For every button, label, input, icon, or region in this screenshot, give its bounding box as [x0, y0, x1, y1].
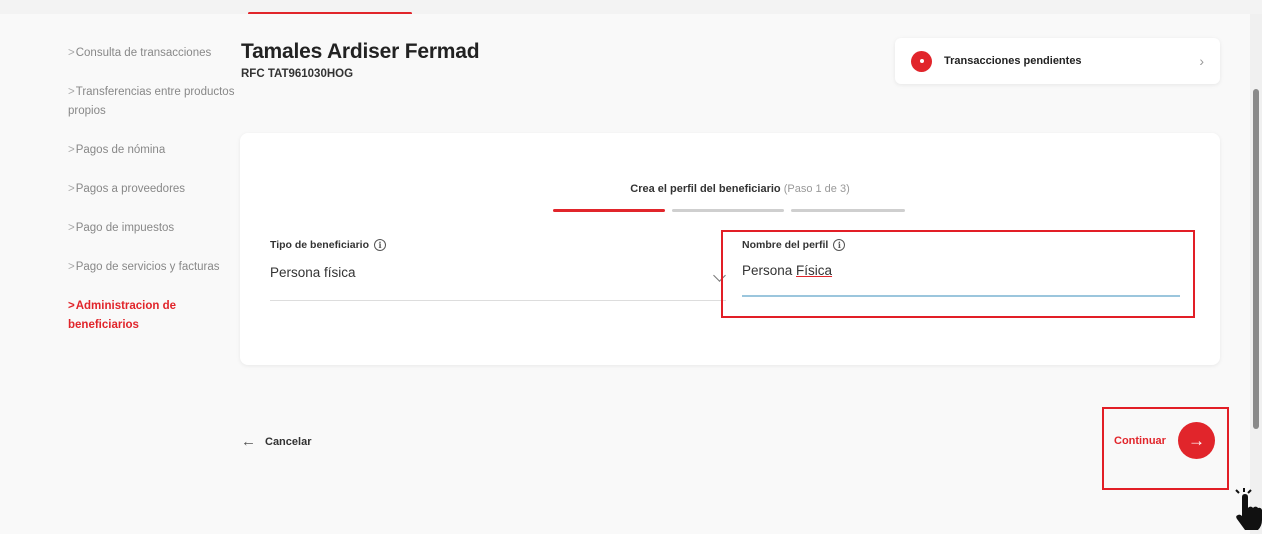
progress-step-3	[791, 209, 905, 212]
sidebar-item-transferencias[interactable]: >Transferencias entre productos propios	[68, 83, 236, 121]
info-icon[interactable]: i	[374, 239, 386, 251]
highlight-box-continue	[1102, 407, 1229, 490]
company-header: Tamales Ardiser Fermad RFC TAT961030HOG	[241, 40, 480, 80]
pending-transactions-label: Transacciones pendientes	[944, 55, 1082, 67]
company-name: Tamales Ardiser Fermad	[241, 40, 480, 63]
scrollbar-thumb[interactable]	[1253, 89, 1259, 429]
sidebar-item-label: Transferencias entre productos propios	[68, 86, 235, 117]
company-rfc: RFC TAT961030HOG	[241, 68, 354, 80]
chevron-right-icon: >	[68, 86, 75, 98]
sidebar-item-pago-impuestos[interactable]: >Pago de impuestos	[68, 219, 236, 238]
sidebar-item-pagos-proveedores[interactable]: >Pagos a proveedores	[68, 180, 236, 199]
sidebar-item-pago-servicios[interactable]: >Pago de servicios y facturas	[68, 258, 236, 277]
chevron-right-icon: >	[68, 47, 75, 59]
chevron-right-icon: >	[68, 144, 75, 156]
beneficiary-type-select[interactable]: Tipo de beneficiario i Persona física	[270, 239, 726, 301]
sidebar-item-label: Pago de servicios y facturas	[75, 261, 220, 273]
sidebar: >Consulta de transacciones >Transferenci…	[68, 44, 236, 355]
sidebar-item-label: Consulta de transacciones	[75, 47, 212, 59]
highlight-box-profile-name	[721, 230, 1195, 318]
stepper-title-text: Crea el perfil del beneficiario	[630, 183, 781, 195]
beneficiary-type-label: Tipo de beneficiario	[270, 239, 369, 251]
progress-step-2	[672, 209, 784, 212]
chevron-right-icon: ›	[1199, 53, 1204, 69]
stepper-title: Crea el perfil del beneficiario (Paso 1 …	[240, 183, 1220, 195]
chevron-right-icon: >	[68, 261, 75, 273]
alert-dot-icon	[911, 50, 932, 72]
progress-step-1	[553, 209, 665, 212]
pending-transactions-button[interactable]: Transacciones pendientes ›	[895, 38, 1220, 84]
sidebar-item-label: Pagos a proveedores	[75, 183, 186, 195]
sidebar-item-label: Pago de impuestos	[75, 222, 175, 234]
chevron-right-icon: >	[68, 300, 75, 312]
cancel-button[interactable]: ← Cancelar	[241, 433, 311, 450]
sidebar-item-label: Administracion de beneficiarios	[68, 300, 177, 331]
hand-pointer-icon	[1235, 488, 1262, 530]
beneficiary-type-label-row: Tipo de beneficiario i	[270, 239, 726, 251]
top-strip	[0, 0, 1262, 14]
sidebar-item-label: Pagos de nómina	[75, 144, 166, 156]
beneficiary-type-value: Persona física	[270, 265, 356, 280]
sidebar-item-pagos-nomina[interactable]: >Pagos de nómina	[68, 141, 236, 160]
sidebar-item-administracion-beneficiarios[interactable]: >Administracion de beneficiarios	[68, 297, 236, 335]
chevron-right-icon: >	[68, 183, 75, 195]
arrow-left-icon: ←	[241, 433, 256, 450]
sidebar-item-consulta-transacciones[interactable]: >Consulta de transacciones	[68, 44, 236, 63]
vertical-scrollbar[interactable]	[1250, 14, 1262, 534]
cancel-label: Cancelar	[265, 435, 312, 448]
chevron-right-icon: >	[68, 222, 75, 234]
stepper-step-text: (Paso 1 de 3)	[783, 183, 850, 195]
